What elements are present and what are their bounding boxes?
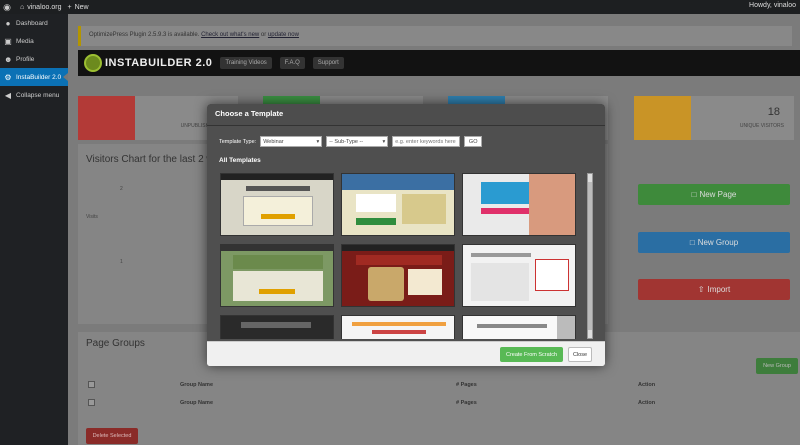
chevron-down-icon: ▾ [382, 138, 386, 145]
select-value: Webinar [263, 138, 284, 145]
profile-icon: ☻ [4, 54, 13, 64]
all-templates-heading: All Templates [219, 157, 261, 164]
new-group-small-button[interactable]: New Group [756, 358, 798, 374]
sidebar-item-media[interactable]: ▣ Media [0, 32, 68, 50]
select-all-checkbox[interactable] [88, 399, 95, 406]
logo-badge-icon [84, 54, 102, 72]
gear-icon: ⚙ [4, 72, 12, 82]
template-thumbnail[interactable] [462, 244, 576, 307]
support-button[interactable]: Support [312, 57, 344, 69]
update-notice: OptimizePress Plugin 2.5.9.3 is availabl… [78, 26, 792, 46]
new-link[interactable]: + New [67, 4, 88, 11]
stat-icon-block [634, 96, 691, 140]
stat-label: UNIQUE VISITORS [739, 123, 784, 129]
sidebar-item-profile[interactable]: ☻ Profile [0, 50, 68, 68]
template-thumbnail[interactable] [220, 244, 334, 307]
template-thumbnail[interactable] [462, 173, 576, 236]
chart-ylabel: Visits [86, 214, 98, 220]
faq-button[interactable]: F.A.Q [279, 57, 305, 69]
stat-icon-block [78, 96, 135, 140]
media-icon: ▣ [4, 36, 12, 46]
notice-or: or [260, 32, 267, 38]
new-group-button[interactable]: □ New Group [638, 232, 790, 253]
sidebar-item-instabuilder[interactable]: ⚙ InstaBuilder 2.0 [0, 68, 68, 86]
delete-selected-button[interactable]: Delete Selected [86, 428, 138, 444]
template-thumbnail[interactable] [220, 315, 334, 339]
folder-icon: □ [689, 238, 695, 247]
notice-link-update[interactable]: update now [268, 32, 299, 38]
template-thumbnail[interactable] [341, 173, 455, 236]
table-footer-row: Group Name # Pages Action [88, 398, 788, 410]
import-button[interactable]: ⇧ Import [638, 279, 790, 300]
button-label: New Group [697, 238, 739, 247]
chart-tick: 2 [120, 186, 123, 192]
go-button[interactable]: GO [464, 136, 483, 147]
modal-footer: Create From Scratch Close [207, 341, 605, 366]
modal-body: Template Type: Webinar ▾ -- Sub-Type -- ▾ … [207, 126, 605, 341]
plus-icon: + [67, 3, 72, 11]
close-button[interactable]: Close [568, 347, 592, 362]
template-filter-bar: Template Type: Webinar ▾ -- Sub-Type -- ▾ … [219, 136, 483, 147]
template-thumbnail[interactable] [462, 315, 576, 339]
sidebar-item-label: Profile [16, 55, 35, 63]
template-grid [220, 173, 580, 339]
column-header: # Pages [456, 400, 477, 406]
stat-value: 18 [767, 106, 780, 118]
dashboard-icon: ● [5, 18, 11, 28]
column-header: # Pages [456, 382, 477, 388]
collapse-icon: ◀ [4, 90, 12, 100]
sidebar-item-collapse[interactable]: ◀ Collapse menu [0, 86, 68, 104]
instabuilder-header: INSTABUILDER 2.0 Training Videos F.A.Q S… [78, 50, 800, 76]
template-thumbnail[interactable] [341, 244, 455, 307]
button-label: New Page [699, 190, 737, 199]
instabuilder-logo: INSTABUILDER 2.0 [84, 54, 212, 72]
page-groups-title: Page Groups [86, 338, 145, 349]
chart-tick: 1 [120, 259, 123, 265]
table-header-row: Group Name # Pages Action [88, 380, 788, 392]
home-icon: ⌂ [20, 3, 25, 11]
sidebar-item-dashboard[interactable]: ● Dashboard [0, 14, 68, 32]
admin-bar: ◉ ⌂ vinaloo.org + New Howdy, vinaloo [0, 0, 800, 14]
template-type-label: Template Type: [219, 138, 257, 145]
new-label: New [74, 3, 89, 11]
notice-text: OptimizePress Plugin 2.5.9.3 is availabl… [89, 32, 200, 38]
keyword-search-input[interactable]: e.g. enter keywords here [392, 136, 461, 147]
training-videos-button[interactable]: Training Videos [220, 57, 272, 69]
select-value: -- Sub-Type -- [329, 138, 364, 145]
document-icon: □ [691, 190, 697, 199]
howdy-user[interactable]: Howdy, vinaloo [749, 2, 796, 9]
column-header: Action [638, 400, 656, 406]
sidebar-item-label: Media [16, 37, 34, 45]
sidebar-item-label: Collapse menu [16, 91, 60, 99]
upload-icon: ⇧ [697, 285, 705, 294]
wordpress-logo-icon[interactable]: ◉ [0, 0, 14, 14]
sidebar-item-label: Dashboard [16, 19, 48, 27]
modal-title: Choose a Template [207, 104, 605, 126]
search-placeholder: e.g. enter keywords here [395, 138, 456, 145]
select-all-checkbox[interactable] [88, 381, 95, 388]
site-link[interactable]: ⌂ vinaloo.org [20, 4, 61, 11]
chevron-down-icon: ▾ [316, 138, 320, 145]
new-page-button[interactable]: □ New Page [638, 184, 790, 205]
column-header: Group Name [180, 400, 214, 406]
notice-link-whats-new[interactable]: Check out what's new [201, 32, 259, 38]
chart-title: Visitors Chart for the last 2 we [86, 154, 220, 165]
template-thumbnail[interactable] [220, 173, 334, 236]
site-name: vinaloo.org [27, 3, 62, 11]
create-from-scratch-button[interactable]: Create From Scratch [500, 347, 563, 362]
template-thumbnail[interactable] [341, 315, 455, 339]
logo-text: INSTABUILDER 2.0 [105, 57, 213, 69]
scrollbar-thumb[interactable] [588, 182, 592, 330]
column-header: Group Name [180, 382, 214, 388]
admin-sidebar: ● Dashboard ▣ Media ☻ Profile ⚙ InstaBuilder… [0, 14, 68, 445]
sidebar-item-label: InstaBuilder 2.0 [16, 73, 62, 81]
column-header: Action [638, 382, 656, 388]
choose-template-modal: Choose a Template Template Type: Webinar… [207, 104, 605, 366]
button-label: Import [707, 285, 731, 294]
template-grid-scrollbar[interactable] [587, 173, 593, 339]
subtype-select[interactable]: -- Sub-Type -- ▾ [326, 136, 389, 147]
template-type-select[interactable]: Webinar ▾ [260, 136, 323, 147]
stat-card-unique-visitors: 18 UNIQUE VISITORS [634, 96, 794, 140]
